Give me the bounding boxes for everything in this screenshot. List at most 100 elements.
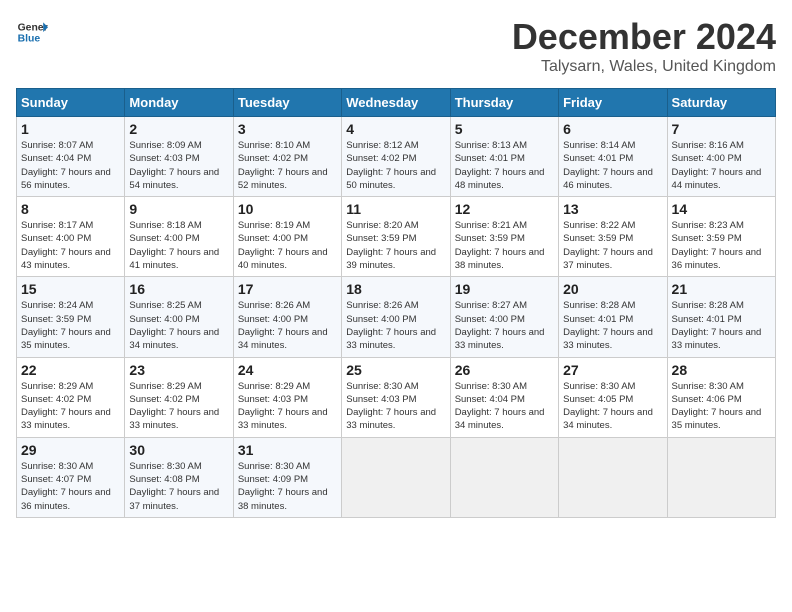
day-info: Sunrise: 8:18 AM Sunset: 4:00 PM Dayligh…: [129, 219, 228, 272]
calendar-cell: [450, 437, 558, 517]
week-row-5: 29 Sunrise: 8:30 AM Sunset: 4:07 PM Dayl…: [17, 437, 776, 517]
logo-icon: General Blue: [16, 16, 48, 48]
sunrise-text: Sunrise: 8:23 AM: [672, 220, 744, 231]
day-number: 19: [455, 281, 554, 297]
sunset-text: Sunset: 4:02 PM: [346, 153, 416, 164]
header-cell-sunday: Sunday: [17, 89, 125, 117]
sunset-text: Sunset: 4:03 PM: [238, 394, 308, 405]
page-header: General Blue December 2024 Talysarn, Wal…: [16, 16, 776, 76]
day-info: Sunrise: 8:21 AM Sunset: 3:59 PM Dayligh…: [455, 219, 554, 272]
sunset-text: Sunset: 3:59 PM: [672, 233, 742, 244]
daylight-text: Daylight: 7 hours and 54 minutes.: [129, 167, 219, 191]
week-row-1: 1 Sunrise: 8:07 AM Sunset: 4:04 PM Dayli…: [17, 117, 776, 197]
daylight-text: Daylight: 7 hours and 33 minutes.: [238, 407, 328, 431]
sunset-text: Sunset: 4:07 PM: [21, 474, 91, 485]
calendar-cell: 3 Sunrise: 8:10 AM Sunset: 4:02 PM Dayli…: [233, 117, 341, 197]
sunset-text: Sunset: 4:01 PM: [563, 314, 633, 325]
calendar-cell: 20 Sunrise: 8:28 AM Sunset: 4:01 PM Dayl…: [559, 277, 667, 357]
daylight-text: Daylight: 7 hours and 56 minutes.: [21, 167, 111, 191]
daylight-text: Daylight: 7 hours and 33 minutes.: [21, 407, 111, 431]
sunrise-text: Sunrise: 8:30 AM: [455, 381, 527, 392]
sunrise-text: Sunrise: 8:17 AM: [21, 220, 93, 231]
day-info: Sunrise: 8:26 AM Sunset: 4:00 PM Dayligh…: [346, 299, 445, 352]
sunset-text: Sunset: 4:03 PM: [346, 394, 416, 405]
sunset-text: Sunset: 4:04 PM: [21, 153, 91, 164]
sunset-text: Sunset: 4:06 PM: [672, 394, 742, 405]
day-info: Sunrise: 8:30 AM Sunset: 4:05 PM Dayligh…: [563, 380, 662, 433]
daylight-text: Daylight: 7 hours and 38 minutes.: [238, 487, 328, 511]
day-info: Sunrise: 8:26 AM Sunset: 4:00 PM Dayligh…: [238, 299, 337, 352]
calendar-cell: 1 Sunrise: 8:07 AM Sunset: 4:04 PM Dayli…: [17, 117, 125, 197]
daylight-text: Daylight: 7 hours and 35 minutes.: [672, 407, 762, 431]
week-row-3: 15 Sunrise: 8:24 AM Sunset: 3:59 PM Dayl…: [17, 277, 776, 357]
sunrise-text: Sunrise: 8:22 AM: [563, 220, 635, 231]
day-number: 9: [129, 201, 228, 217]
day-number: 6: [563, 121, 662, 137]
daylight-text: Daylight: 7 hours and 41 minutes.: [129, 247, 219, 271]
daylight-text: Daylight: 7 hours and 33 minutes.: [346, 407, 436, 431]
sunset-text: Sunset: 3:59 PM: [21, 314, 91, 325]
daylight-text: Daylight: 7 hours and 50 minutes.: [346, 167, 436, 191]
day-number: 12: [455, 201, 554, 217]
calendar-cell: 24 Sunrise: 8:29 AM Sunset: 4:03 PM Dayl…: [233, 357, 341, 437]
header-row: SundayMondayTuesdayWednesdayThursdayFrid…: [17, 89, 776, 117]
calendar-cell: 19 Sunrise: 8:27 AM Sunset: 4:00 PM Dayl…: [450, 277, 558, 357]
calendar-cell: 5 Sunrise: 8:13 AM Sunset: 4:01 PM Dayli…: [450, 117, 558, 197]
day-info: Sunrise: 8:30 AM Sunset: 4:07 PM Dayligh…: [21, 460, 120, 513]
calendar-cell: 26 Sunrise: 8:30 AM Sunset: 4:04 PM Dayl…: [450, 357, 558, 437]
daylight-text: Daylight: 7 hours and 34 minutes.: [455, 407, 545, 431]
day-number: 24: [238, 362, 337, 378]
day-number: 14: [672, 201, 771, 217]
sunset-text: Sunset: 4:00 PM: [455, 314, 525, 325]
sunrise-text: Sunrise: 8:30 AM: [672, 381, 744, 392]
day-number: 5: [455, 121, 554, 137]
calendar-cell: 28 Sunrise: 8:30 AM Sunset: 4:06 PM Dayl…: [667, 357, 775, 437]
sunrise-text: Sunrise: 8:30 AM: [346, 381, 418, 392]
day-number: 28: [672, 362, 771, 378]
calendar-cell: 9 Sunrise: 8:18 AM Sunset: 4:00 PM Dayli…: [125, 197, 233, 277]
sunrise-text: Sunrise: 8:28 AM: [563, 300, 635, 311]
calendar-cell: 31 Sunrise: 8:30 AM Sunset: 4:09 PM Dayl…: [233, 437, 341, 517]
day-info: Sunrise: 8:09 AM Sunset: 4:03 PM Dayligh…: [129, 139, 228, 192]
title-section: December 2024 Talysarn, Wales, United Ki…: [512, 16, 776, 76]
day-info: Sunrise: 8:30 AM Sunset: 4:03 PM Dayligh…: [346, 380, 445, 433]
daylight-text: Daylight: 7 hours and 33 minutes.: [455, 327, 545, 351]
sunset-text: Sunset: 4:02 PM: [129, 394, 199, 405]
day-info: Sunrise: 8:16 AM Sunset: 4:00 PM Dayligh…: [672, 139, 771, 192]
sunrise-text: Sunrise: 8:30 AM: [129, 461, 201, 472]
day-info: Sunrise: 8:20 AM Sunset: 3:59 PM Dayligh…: [346, 219, 445, 272]
sunrise-text: Sunrise: 8:14 AM: [563, 140, 635, 151]
day-number: 23: [129, 362, 228, 378]
day-number: 20: [563, 281, 662, 297]
sunrise-text: Sunrise: 8:07 AM: [21, 140, 93, 151]
sunrise-text: Sunrise: 8:28 AM: [672, 300, 744, 311]
day-info: Sunrise: 8:14 AM Sunset: 4:01 PM Dayligh…: [563, 139, 662, 192]
day-info: Sunrise: 8:29 AM Sunset: 4:02 PM Dayligh…: [129, 380, 228, 433]
day-info: Sunrise: 8:30 AM Sunset: 4:08 PM Dayligh…: [129, 460, 228, 513]
week-row-4: 22 Sunrise: 8:29 AM Sunset: 4:02 PM Dayl…: [17, 357, 776, 437]
day-info: Sunrise: 8:30 AM Sunset: 4:04 PM Dayligh…: [455, 380, 554, 433]
sunset-text: Sunset: 4:00 PM: [238, 314, 308, 325]
day-number: 13: [563, 201, 662, 217]
day-info: Sunrise: 8:17 AM Sunset: 4:00 PM Dayligh…: [21, 219, 120, 272]
sunrise-text: Sunrise: 8:21 AM: [455, 220, 527, 231]
sunset-text: Sunset: 4:08 PM: [129, 474, 199, 485]
sunset-text: Sunset: 4:04 PM: [455, 394, 525, 405]
calendar-table: SundayMondayTuesdayWednesdayThursdayFrid…: [16, 88, 776, 518]
sunset-text: Sunset: 4:09 PM: [238, 474, 308, 485]
daylight-text: Daylight: 7 hours and 37 minutes.: [563, 247, 653, 271]
day-number: 25: [346, 362, 445, 378]
daylight-text: Daylight: 7 hours and 39 minutes.: [346, 247, 436, 271]
sunrise-text: Sunrise: 8:19 AM: [238, 220, 310, 231]
day-number: 10: [238, 201, 337, 217]
sunrise-text: Sunrise: 8:26 AM: [346, 300, 418, 311]
sunrise-text: Sunrise: 8:29 AM: [21, 381, 93, 392]
sunrise-text: Sunrise: 8:26 AM: [238, 300, 310, 311]
calendar-cell: 29 Sunrise: 8:30 AM Sunset: 4:07 PM Dayl…: [17, 437, 125, 517]
sunrise-text: Sunrise: 8:20 AM: [346, 220, 418, 231]
calendar-cell: 11 Sunrise: 8:20 AM Sunset: 3:59 PM Dayl…: [342, 197, 450, 277]
calendar-cell: 12 Sunrise: 8:21 AM Sunset: 3:59 PM Dayl…: [450, 197, 558, 277]
sunrise-text: Sunrise: 8:29 AM: [238, 381, 310, 392]
daylight-text: Daylight: 7 hours and 34 minutes.: [238, 327, 328, 351]
daylight-text: Daylight: 7 hours and 34 minutes.: [129, 327, 219, 351]
